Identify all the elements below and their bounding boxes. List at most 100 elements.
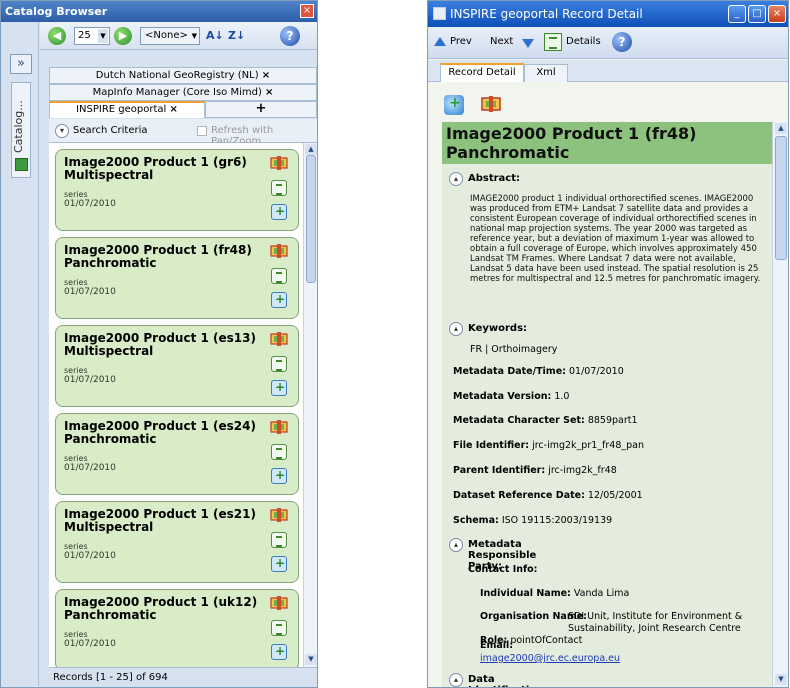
details-icon[interactable]: [544, 33, 562, 51]
catalog-toolbar: ◀ 25 ▼ ▶ <None> ▼ A↓ Z↓ ?: [40, 22, 317, 50]
field-metadata-date: Metadata Date/Time: 01/07/2010: [453, 366, 624, 377]
list-icon[interactable]: [271, 444, 287, 460]
add-to-map-icon[interactable]: [444, 95, 464, 115]
tab-xml[interactable]: Xml: [524, 64, 568, 82]
search-criteria-bar: ▾ Search Criteria Refresh with Pan/Zoom: [49, 119, 317, 147]
details-button[interactable]: Details: [566, 36, 601, 47]
collapse-icon[interactable]: ▴: [449, 673, 463, 687]
record-card[interactable]: Image2000 Product 1 (es24) Panchromatic se…: [55, 413, 299, 495]
list-icon[interactable]: [271, 532, 287, 548]
collapse-icon[interactable]: ▴: [449, 538, 463, 552]
list-icon[interactable]: [271, 268, 287, 284]
add-to-map-icon[interactable]: [271, 204, 287, 220]
refresh-checkbox[interactable]: [197, 126, 207, 136]
chevron-down-icon[interactable]: ▾: [55, 124, 69, 138]
add-to-map-icon[interactable]: [271, 644, 287, 660]
record-title[interactable]: Image2000 Product 1 (gr6) Multispectral: [64, 156, 264, 182]
chevron-down-icon: ▼: [191, 32, 197, 40]
side-tab-catalog[interactable]: Catalog...: [11, 82, 31, 178]
field-character-set: Metadata Character Set: 8859part1: [453, 415, 638, 426]
data-identification-label: Data Identification: [468, 674, 543, 687]
record-date: 01/07/2010: [64, 639, 116, 649]
tab-inspire-geoportal[interactable]: INSPIRE geoportal ×: [49, 101, 205, 118]
scroll-thumb[interactable]: [775, 136, 787, 260]
help-icon[interactable]: ?: [280, 26, 300, 46]
add-to-map-icon[interactable]: [271, 556, 287, 572]
detail-scrollbar[interactable]: ▲ ▼: [772, 122, 788, 687]
individual-name-field: Individual Name: Vanda Lima: [480, 588, 630, 599]
tab-close-icon[interactable]: ×: [262, 70, 270, 81]
metadata-icon[interactable]: [270, 596, 288, 610]
list-icon[interactable]: [271, 180, 287, 196]
record-type: series: [64, 630, 88, 639]
record-card[interactable]: Image2000 Product 1 (fr48) Panchromatic se…: [55, 237, 299, 319]
record-card[interactable]: Image2000 Product 1 (es13) Multispectral s…: [55, 325, 299, 407]
next-button[interactable]: Next: [490, 36, 513, 47]
status-bar: Records [1 - 25] of 694: [49, 667, 317, 687]
metadata-icon[interactable]: [480, 95, 502, 113]
close-icon[interactable]: ×: [768, 5, 786, 23]
metadata-icon[interactable]: [270, 420, 288, 434]
list-icon[interactable]: [271, 620, 287, 636]
scroll-up-icon[interactable]: ▲: [775, 123, 787, 134]
field-metadata-version: Metadata Version: 1.0: [453, 391, 570, 402]
metadata-icon[interactable]: [270, 508, 288, 522]
record-card[interactable]: Image2000 Product 1 (gr6) Multispectral se…: [55, 149, 299, 231]
help-icon[interactable]: ?: [612, 32, 632, 52]
record-title[interactable]: Image2000 Product 1 (es21) Multispectral: [64, 508, 264, 534]
green-right-arrow-icon[interactable]: ▶: [114, 27, 132, 45]
record-title[interactable]: Image2000 Product 1 (es13) Multispectral: [64, 332, 264, 358]
organisation-value-line2: Sustainability, Joint Research Centre: [568, 623, 741, 634]
sort-ascending-icon[interactable]: A↓: [206, 27, 226, 45]
next-arrow-icon[interactable]: [522, 39, 534, 48]
page-size-select[interactable]: 25 ▼: [74, 27, 110, 45]
search-criteria-label[interactable]: Search Criteria: [73, 125, 148, 136]
sort-select[interactable]: <None> ▼: [140, 27, 200, 45]
metadata-icon[interactable]: [270, 244, 288, 258]
contact-info-label: Contact Info:: [468, 564, 538, 575]
add-to-map-icon[interactable]: [271, 380, 287, 396]
tab-close-icon[interactable]: ×: [170, 104, 178, 115]
collapse-icon[interactable]: ▴: [449, 172, 463, 186]
scroll-down-icon[interactable]: ▼: [775, 674, 787, 685]
close-icon[interactable]: ×: [300, 4, 314, 18]
record-card[interactable]: Image2000 Product 1 (uk12) Panchromatic se…: [55, 589, 299, 667]
record-title[interactable]: Image2000 Product 1 (es24) Panchromatic: [64, 420, 264, 446]
record-date: 01/07/2010: [64, 551, 116, 561]
green-left-arrow-icon[interactable]: ◀: [48, 27, 66, 45]
record-title[interactable]: Image2000 Product 1 (uk12) Panchromatic: [64, 596, 264, 622]
scroll-down-icon[interactable]: ▼: [305, 654, 317, 665]
tab-mapinfo-manager[interactable]: MapInfo Manager (Core Iso Mimd) ×: [49, 84, 317, 101]
metadata-icon-graphic: [270, 596, 288, 610]
scroll-up-icon[interactable]: ▲: [305, 144, 317, 155]
record-list-scrollbar[interactable]: ▲ ▼: [303, 143, 317, 667]
email-link[interactable]: image2000@jrc.ec.europa.eu: [480, 653, 620, 664]
side-dock: » Catalog...: [1, 22, 39, 686]
record-title[interactable]: Image2000 Product 1 (fr48) Panchromatic: [64, 244, 264, 270]
tab-close-icon[interactable]: ×: [265, 87, 273, 98]
collapse-icon[interactable]: ▴: [449, 322, 463, 336]
metadata-icon[interactable]: [270, 156, 288, 170]
metadata-icon[interactable]: [270, 332, 288, 346]
field-schema: Schema: ISO 19115:2003/19139: [453, 515, 613, 526]
keywords-label: Keywords:: [468, 323, 528, 334]
add-to-map-icon[interactable]: [271, 468, 287, 484]
prev-button[interactable]: Prev: [450, 36, 472, 47]
scroll-thumb[interactable]: [306, 155, 316, 283]
tab-record-detail[interactable]: Record Detail: [440, 63, 524, 82]
record-title-line2: Multispectral: [64, 344, 154, 358]
add-to-map-icon[interactable]: [271, 292, 287, 308]
record-title: Image2000 Product 1 (fr48) Panchromatic: [446, 124, 697, 162]
keywords-value: FR | Orthoimagery: [470, 344, 558, 355]
tab-dutch-georegistry[interactable]: Dutch National GeoRegistry (NL) ×: [49, 67, 317, 84]
window-icon: [433, 7, 446, 20]
minimize-icon[interactable]: _: [728, 5, 746, 23]
record-card[interactable]: Image2000 Product 1 (es21) Multispectral s…: [55, 501, 299, 583]
sort-descending-icon[interactable]: Z↓: [228, 27, 248, 45]
add-tab-button[interactable]: +: [205, 101, 317, 118]
prev-arrow-icon[interactable]: [434, 37, 446, 46]
list-icon[interactable]: [271, 356, 287, 372]
maximize-icon[interactable]: □: [748, 5, 766, 23]
record-type: series: [64, 190, 88, 199]
catalog-icon: [15, 158, 28, 171]
